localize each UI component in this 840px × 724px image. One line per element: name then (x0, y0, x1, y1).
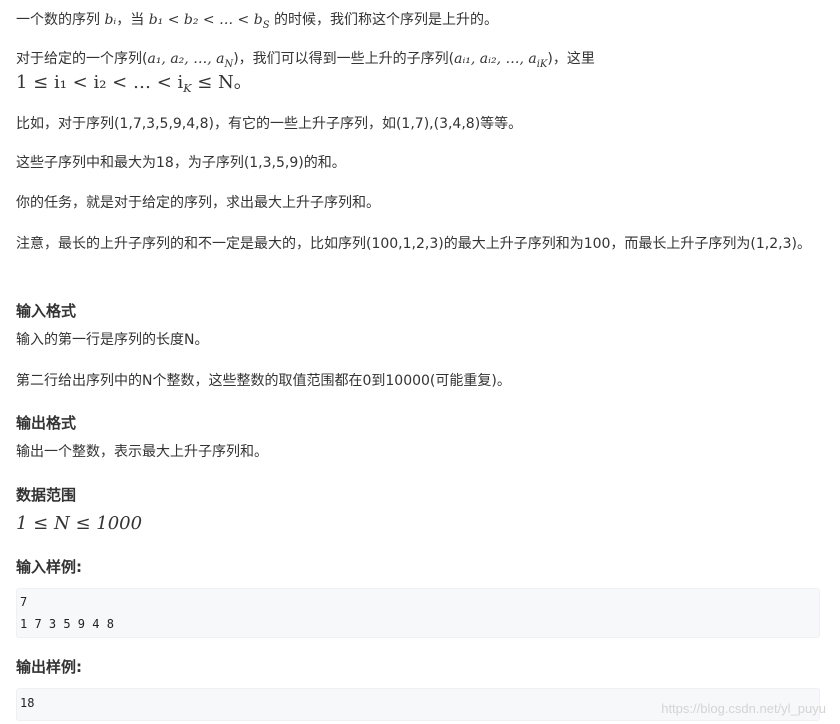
code-line: 7 (20, 595, 28, 609)
text: 的时候，我们称这个序列是上升的。 (269, 12, 499, 28)
data-range-math: 1 ≤ N ≤ 1000 (16, 513, 143, 534)
math-subscript: S (262, 19, 270, 31)
math-bi: bᵢ (104, 12, 117, 28)
heading-data-range: 数据范围 (16, 486, 77, 504)
math-inequality: b₁ < b₂ < … < b (148, 12, 263, 28)
sample-input-block: 7 1 7 3 5 9 4 8 (16, 588, 820, 638)
paragraph-task: 你的任务，就是对于给定的序列，求出最大上升子序列和。 (16, 195, 380, 211)
heading-sample-output: 输出样例: (16, 658, 82, 676)
paragraph-subsequence-line2: 1 ≤ i₁ < i₂ < … < iK ≤ N。 (16, 70, 822, 102)
heading-output-format: 输出格式 (16, 414, 77, 432)
heading-input-format: 输入格式 (16, 302, 77, 320)
text: )，这里 (547, 51, 595, 67)
heading-sample-input: 输入样例: (16, 558, 82, 576)
math-index-inequality: 1 ≤ i₁ < i₂ < … < i (16, 72, 184, 93)
watermark: https://blog.csdn.net/yl_puyu (661, 701, 826, 716)
paragraph-example: 比如，对于序列(1,7,3,5,9,4,8)，有它的一些上升子序列，如(1,7)… (16, 116, 523, 132)
paragraph-definition: 一个数的序列 bᵢ，当 b₁ < b₂ < … < bS 的时候，我们称这个序列… (16, 7, 822, 39)
text: ，当 (116, 12, 149, 28)
input-format-line1: 输入的第一行是序列的长度N。 (16, 332, 209, 348)
text: 一个数的序列 (16, 12, 105, 28)
math-tail: ≤ N。 (191, 72, 252, 93)
input-format-line2: 第二行给出序列中的N个整数，这些整数的取值范围都在0到10000(可能重复)。 (16, 373, 511, 389)
math-subsequence: aᵢ₁, aᵢ₂, …, a (454, 51, 537, 67)
text: 对于给定的一个序列( (16, 51, 148, 67)
output-format-line1: 输出一个整数，表示最大上升子序列和。 (16, 444, 268, 460)
paragraph-max-sum: 这些子序列中和最大为18，为子序列(1,3,5,9)的和。 (16, 155, 346, 171)
paragraph-note: 注意，最长的上升子序列的和不一定是最大的，比如序列(100,1,2,3)的最大上… (16, 236, 811, 252)
math-subscript: iK (536, 58, 548, 70)
math-subscript: N (224, 58, 234, 70)
code-line: 1 7 3 5 9 4 8 (20, 617, 114, 631)
math-sequence: a₁, a₂, …, a (147, 51, 225, 67)
text: )，我们可以得到一些上升的子序列( (233, 51, 455, 67)
